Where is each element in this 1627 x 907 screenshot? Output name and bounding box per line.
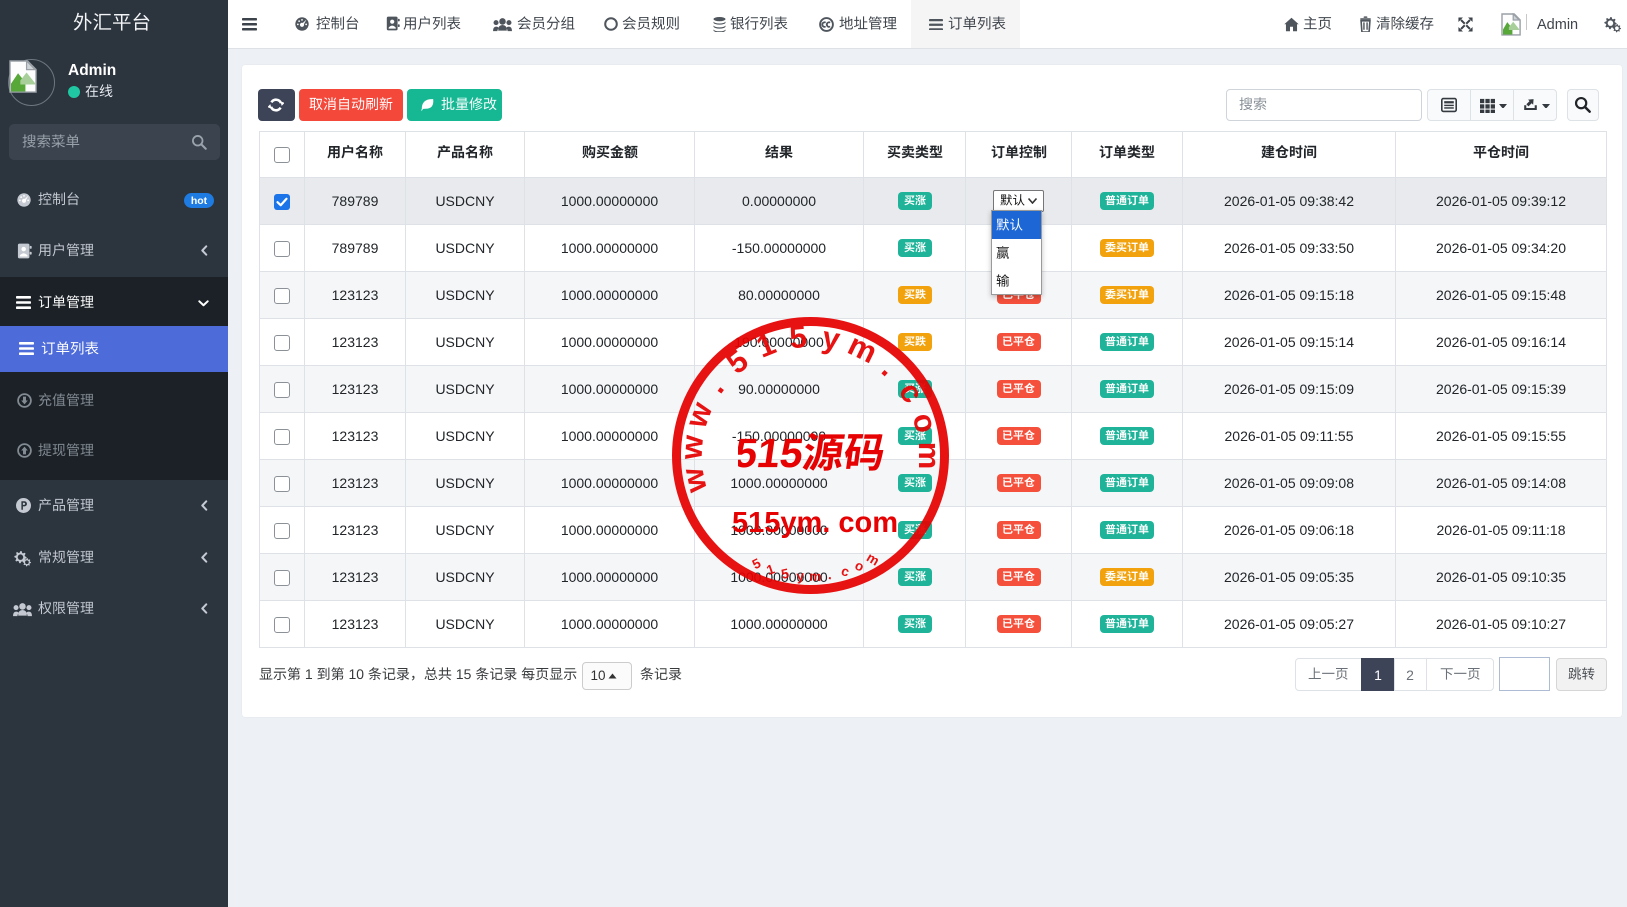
svg-text:w: w <box>673 433 710 461</box>
svg-text:c: c <box>892 376 931 409</box>
svg-text:.: . <box>698 372 731 400</box>
svg-text:m: m <box>912 442 947 470</box>
svg-text:.: . <box>875 351 905 383</box>
svg-text:5: 5 <box>750 555 764 572</box>
svg-text:y: y <box>796 568 805 584</box>
svg-text:5: 5 <box>720 343 755 381</box>
svg-text:.: . <box>827 567 833 582</box>
svg-text:c: c <box>840 563 852 580</box>
svg-text:w: w <box>678 397 720 433</box>
svg-text:1: 1 <box>751 326 780 365</box>
svg-text:m: m <box>809 569 822 584</box>
svg-text:5: 5 <box>788 319 809 356</box>
svg-text:1: 1 <box>764 561 777 578</box>
svg-text:m: m <box>843 327 883 371</box>
svg-text:5: 5 <box>780 566 791 582</box>
